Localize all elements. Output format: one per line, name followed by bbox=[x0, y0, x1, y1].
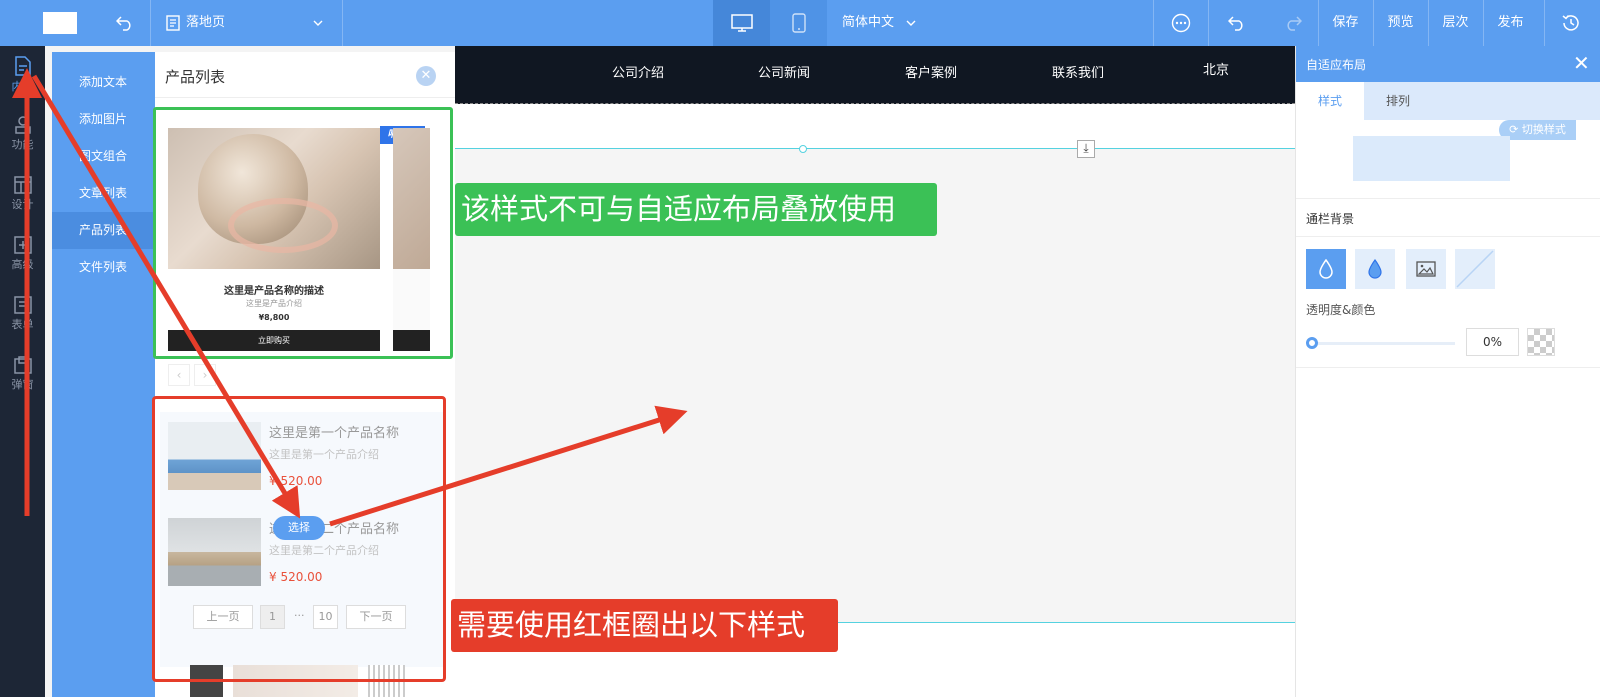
rail-label: 表单 bbox=[11, 318, 34, 331]
rail-item-function[interactable]: 功能 bbox=[0, 106, 45, 166]
subnav-item-product-list[interactable]: 产品列表 bbox=[52, 212, 155, 249]
opacity-slider-handle[interactable] bbox=[1306, 337, 1318, 349]
tab-arrange[interactable]: 排列 bbox=[1364, 82, 1432, 120]
subnav-item-file-list[interactable]: 文件列表 bbox=[52, 249, 155, 286]
properties-panel: 自适应布局 ✕ 样式 排列 ⟳ 切换样式 通栏背景 透明度&颜色 0% bbox=[1295, 46, 1600, 697]
document-icon bbox=[14, 56, 31, 76]
close-icon[interactable]: ✕ bbox=[1573, 52, 1590, 74]
chevron-down-icon[interactable] bbox=[310, 0, 326, 46]
panel-title: 产品列表 bbox=[165, 68, 226, 86]
carousel-arrows: ‹ › bbox=[168, 364, 228, 386]
opacity-input[interactable]: 0% bbox=[1466, 328, 1519, 356]
preview-button[interactable]: 预览 bbox=[1373, 0, 1428, 46]
rail-item-content[interactable]: 内容 bbox=[0, 46, 45, 106]
annotation-green-label: 该样式不可与自适应布局叠放使用 bbox=[455, 183, 937, 236]
chevron-down-icon[interactable] bbox=[903, 0, 919, 46]
bg-transparent-option[interactable] bbox=[1455, 249, 1495, 289]
rail-item-popup[interactable]: 弹窗 bbox=[0, 346, 45, 406]
switch-style-button[interactable]: ⟳ 切换样式 bbox=[1499, 120, 1576, 140]
page-icon bbox=[163, 0, 183, 46]
color-picker-swatch[interactable] bbox=[1527, 328, 1555, 356]
select-button[interactable]: 选择 bbox=[273, 516, 325, 540]
bg-color-option[interactable] bbox=[1355, 249, 1395, 289]
layers-button[interactable]: 层次 bbox=[1428, 0, 1483, 46]
guide-line-top bbox=[455, 148, 1295, 149]
more-icon[interactable] bbox=[1166, 0, 1196, 46]
drop-filled-icon bbox=[1368, 259, 1382, 279]
subnav-item-article-list[interactable]: 文章列表 bbox=[52, 175, 155, 212]
properties-tabs: 样式 排列 bbox=[1296, 82, 1600, 120]
resize-handle[interactable] bbox=[799, 145, 807, 153]
component-category-nav: 添加文本 添加图片 图文组合 文章列表 产品列表 文件列表 bbox=[52, 52, 155, 697]
rail-label: 设计 bbox=[11, 198, 34, 211]
page-selector[interactable]: 落地页 bbox=[186, 0, 225, 46]
panel-header: 产品列表 ✕ bbox=[155, 52, 455, 98]
rail-item-form[interactable]: 表单 bbox=[0, 286, 45, 346]
popup-icon bbox=[13, 356, 32, 374]
mobile-icon[interactable] bbox=[770, 0, 827, 46]
opacity-slider-track[interactable] bbox=[1310, 342, 1455, 345]
nav-link-news[interactable]: 公司新闻 bbox=[758, 62, 810, 81]
bg-image-option[interactable] bbox=[1406, 249, 1446, 289]
site-header-preview: 公司介绍 公司新闻 客户案例 联系我们 北京 bbox=[455, 46, 1295, 104]
save-button[interactable]: 保存 bbox=[1318, 0, 1373, 46]
annotation-green-frame bbox=[153, 107, 453, 359]
rail-label: 内容 bbox=[11, 80, 34, 93]
chevron-left-icon[interactable]: ‹ bbox=[168, 364, 190, 386]
opacity-color-label: 透明度&颜色 bbox=[1306, 303, 1376, 317]
properties-header: 自适应布局 ✕ bbox=[1296, 46, 1600, 82]
nav-link-beijing[interactable]: 北京 bbox=[1203, 59, 1229, 78]
section-title-background: 通栏背景 bbox=[1306, 212, 1355, 226]
rail-label: 功能 bbox=[11, 138, 34, 151]
no-fill-icon bbox=[1456, 250, 1494, 288]
style-preview bbox=[1353, 136, 1510, 181]
nav-link-cases[interactable]: 客户案例 bbox=[905, 62, 957, 81]
rail-label: 弹窗 bbox=[11, 378, 34, 391]
advanced-icon bbox=[13, 236, 32, 254]
annotation-red-label: 需要使用红框圈出以下样式 bbox=[451, 599, 838, 652]
publish-button[interactable]: 发布 bbox=[1483, 0, 1538, 46]
bg-none-option[interactable] bbox=[1306, 249, 1346, 289]
back-icon[interactable] bbox=[110, 0, 140, 46]
download-icon[interactable]: ⤓ bbox=[1077, 140, 1095, 158]
left-rail: 内容 功能 设计 高级 表单 弹窗 bbox=[0, 46, 45, 697]
top-toolbar: 落地页 简体中文 保存 预览 层次 发布 bbox=[0, 0, 1600, 46]
function-icon bbox=[14, 116, 31, 134]
desktop-icon[interactable] bbox=[713, 0, 770, 46]
tab-style[interactable]: 样式 bbox=[1296, 82, 1364, 120]
rail-item-advanced[interactable]: 高级 bbox=[0, 226, 45, 286]
device-switcher bbox=[713, 0, 827, 46]
nav-link-about[interactable]: 公司介绍 bbox=[612, 62, 664, 81]
undo-icon[interactable] bbox=[1222, 0, 1252, 46]
switch-style-label: 切换样式 bbox=[1521, 123, 1566, 136]
image-icon bbox=[1416, 261, 1436, 277]
drop-outline-icon bbox=[1319, 259, 1333, 279]
subnav-item-add-text[interactable]: 添加文本 bbox=[52, 64, 155, 101]
form-icon bbox=[13, 296, 32, 314]
logo bbox=[43, 12, 77, 34]
rail-label: 高级 bbox=[11, 258, 34, 271]
subnav-item-add-image[interactable]: 添加图片 bbox=[52, 101, 155, 138]
language-selector[interactable]: 简体中文 bbox=[842, 0, 894, 46]
redo-icon[interactable] bbox=[1278, 0, 1308, 46]
rail-item-design[interactable]: 设计 bbox=[0, 166, 45, 226]
chevron-right-icon[interactable]: › bbox=[194, 364, 216, 386]
subnav-item-image-text[interactable]: 图文组合 bbox=[52, 138, 155, 175]
history-icon[interactable] bbox=[1556, 0, 1586, 46]
design-icon bbox=[13, 176, 32, 194]
properties-title: 自适应布局 bbox=[1306, 58, 1367, 72]
close-icon[interactable]: ✕ bbox=[416, 66, 436, 86]
nav-link-contact[interactable]: 联系我们 bbox=[1052, 62, 1104, 81]
